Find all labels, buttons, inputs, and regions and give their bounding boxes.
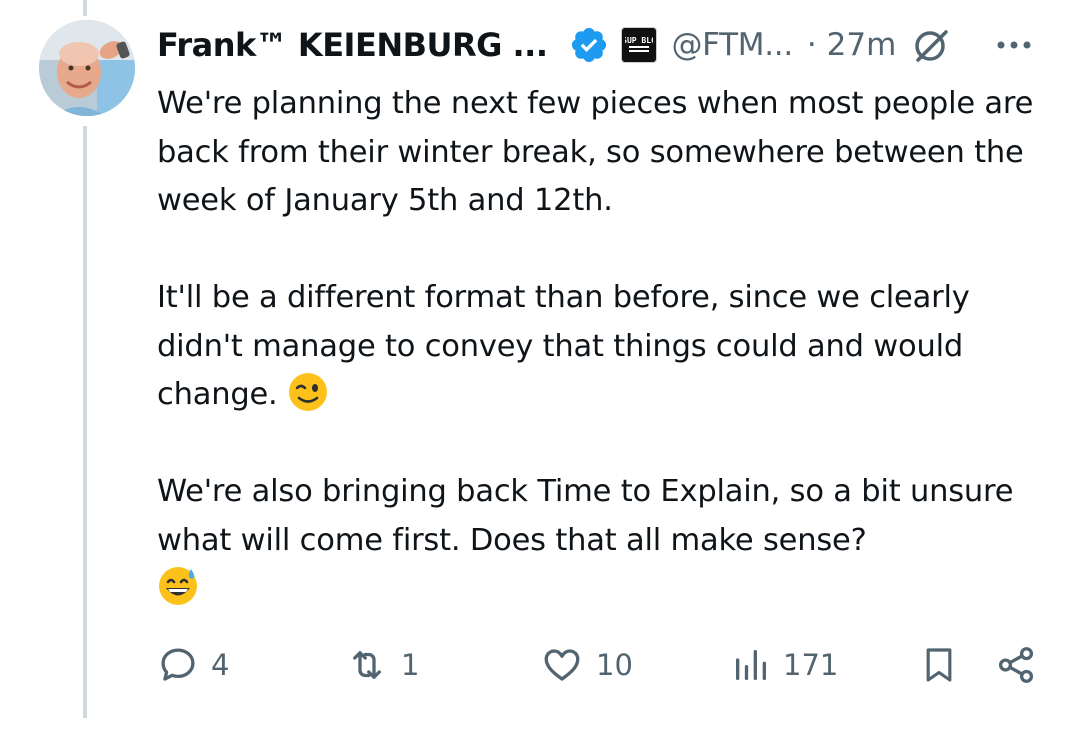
views-button[interactable]: 171 <box>731 640 838 690</box>
views-icon <box>736 650 766 680</box>
bookmark-icon <box>926 648 952 682</box>
heart-icon <box>544 649 580 681</box>
grok-icon[interactable] <box>910 24 952 66</box>
repost-count: 1 <box>401 648 420 682</box>
avatar[interactable] <box>39 20 135 116</box>
tweet-header: Frank™ KEIENBURG ... SUP BLC @FTM... · 2… <box>157 22 1057 68</box>
views-count: 171 <box>783 648 839 682</box>
repost-button[interactable]: 1 <box>345 640 419 690</box>
reply-icon <box>161 648 195 681</box>
tweet-actions-bar: 4 1 10 171 <box>157 640 1037 690</box>
tweet-text: We're planning the next few pieces when … <box>157 80 1057 662</box>
thread-connector <box>83 126 87 718</box>
tweet-paragraph: We're planning the next few pieces when … <box>157 80 1057 226</box>
affiliate-logo-icon[interactable]: SUP BLC <box>621 27 658 63</box>
more-options-icon[interactable] <box>993 30 1037 60</box>
thread-connector-top <box>83 0 87 16</box>
tweet-paragraph: We're also bringing back Time to Explain… <box>157 468 1057 614</box>
winking-face-emoji-icon <box>287 371 329 413</box>
avatar-photo <box>39 20 135 116</box>
tweet-paragraph-text: We're planning the next few pieces when … <box>157 86 1034 218</box>
tweet-paragraph-text: It'll be a different format than before,… <box>157 280 970 412</box>
like-button[interactable]: 10 <box>540 640 633 690</box>
tweet-paragraph-text: We're also bringing back Time to Explain… <box>157 474 1014 558</box>
reply-button[interactable]: 4 <box>157 640 229 690</box>
verified-badge-icon[interactable] <box>569 25 609 65</box>
share-button[interactable] <box>995 640 1037 690</box>
like-count: 10 <box>596 648 633 682</box>
tweet-paragraph: It'll be a different format than before,… <box>157 274 1057 420</box>
share-icon <box>998 647 1034 683</box>
repost-icon <box>353 651 381 679</box>
affiliate-logo-text: SUP BLC <box>625 36 653 45</box>
author-name[interactable]: Frank™ KEIENBURG ... <box>157 26 548 64</box>
bookmark-button[interactable] <box>919 640 959 690</box>
reply-count: 4 <box>211 648 230 682</box>
grinning-face-with-sweat-emoji-icon <box>157 565 199 607</box>
timestamp[interactable]: · 27m <box>807 27 896 63</box>
author-handle[interactable]: @FTM... <box>671 27 793 63</box>
